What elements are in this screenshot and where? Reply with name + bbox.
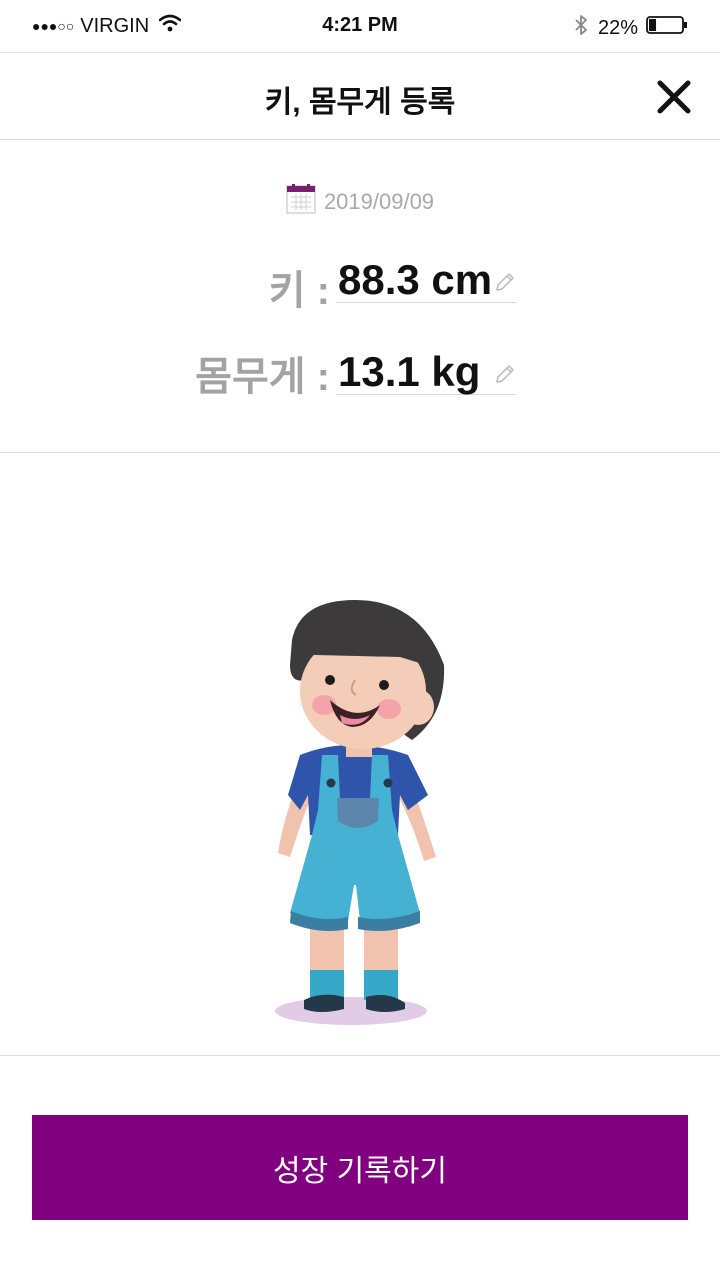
weight-value[interactable]: 13.1 kg (338, 348, 480, 396)
pencil-icon[interactable] (494, 363, 516, 390)
pencil-icon[interactable] (494, 271, 516, 298)
weight-field[interactable]: 13.1 kg (336, 342, 516, 395)
record-date[interactable]: 2019/09/09 (0, 184, 720, 219)
divider-top (0, 452, 720, 453)
page-title: 키, 몸무게 등록 (264, 86, 456, 119)
status-bar: ●●●○○ VIRGIN 4:21 PM 22% (0, 0, 720, 52)
status-right: 22% (574, 14, 688, 42)
close-button[interactable] (656, 79, 692, 115)
height-value[interactable]: 88.3 cm (338, 256, 492, 304)
close-icon[interactable] (656, 79, 692, 115)
height-label: 키 : (268, 269, 330, 313)
battery-icon (646, 15, 688, 41)
date-text: 2019/09/09 (323, 188, 435, 214)
header-bar: 키, 몸무게 등록 (0, 52, 720, 140)
save-growth-record-button[interactable]: 성장 기록하기 (32, 1115, 688, 1220)
child-illustration (260, 595, 460, 1035)
divider-bottom (0, 1055, 720, 1056)
battery-percent: 22% (597, 16, 638, 39)
height-field[interactable]: 88.3 cm (336, 250, 516, 303)
weight-label: 몸무게 : (195, 355, 330, 399)
calendar-icon (286, 184, 316, 219)
bluetooth-icon (574, 14, 588, 42)
